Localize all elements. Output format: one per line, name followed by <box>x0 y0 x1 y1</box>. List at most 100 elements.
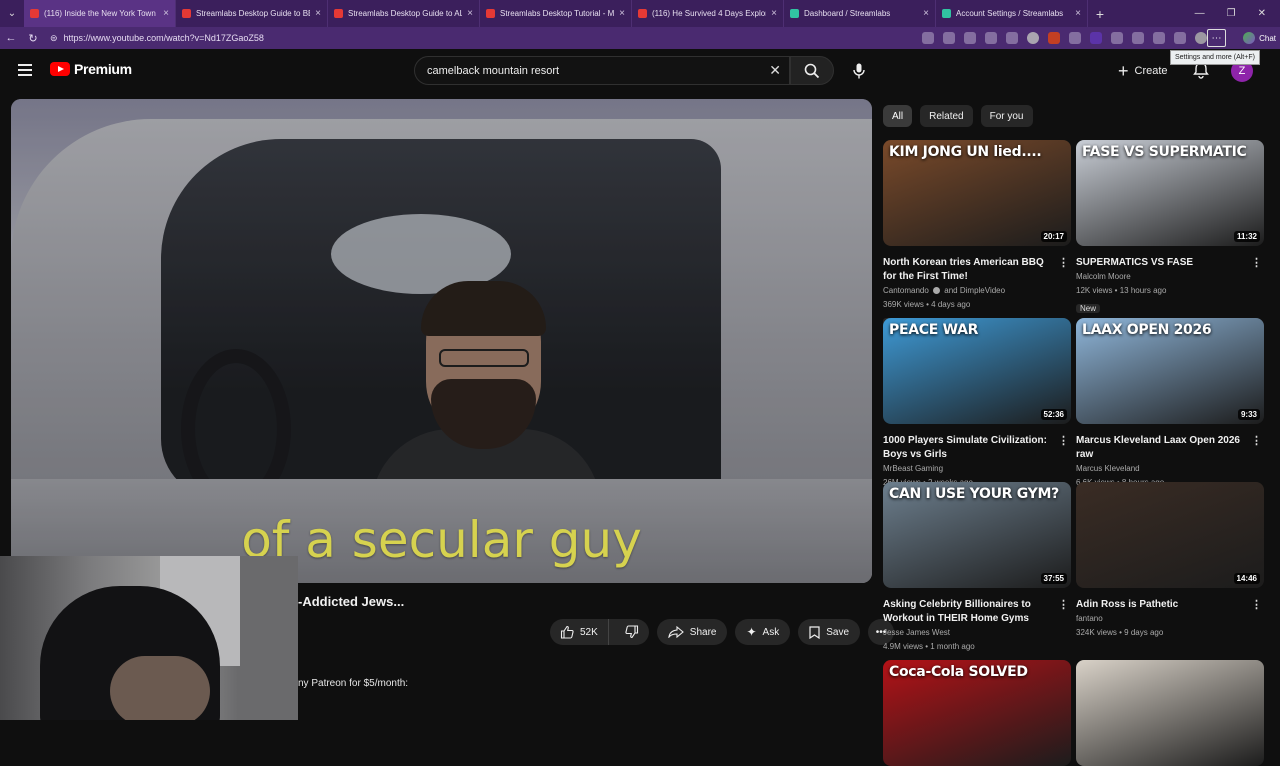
account-icon[interactable] <box>1195 32 1207 44</box>
more-vertical-icon[interactable]: ⋮ <box>1251 256 1262 270</box>
related-video-card[interactable]: FASE VS SUPERMATIC 11:32 SUPERMATICS VS FA… <box>1076 140 1264 316</box>
related-video-title[interactable]: Adin Ross is Pathetic ⋮ <box>1076 598 1264 612</box>
extension-icon[interactable] <box>922 32 934 44</box>
browser-tab[interactable]: (116) He Survived 4 Days Exploring × <box>632 0 784 27</box>
tab-label: Dashboard / Streamlabs <box>804 9 891 18</box>
related-video-title[interactable]: Marcus Kleveland Laax Open 2026 raw ⋮ <box>1076 434 1264 462</box>
dislike-button[interactable] <box>615 619 649 645</box>
video-thumbnail[interactable]: PEACE WAR 52:36 <box>883 318 1071 424</box>
hamburger-menu-icon[interactable] <box>18 64 32 76</box>
tab-search-chevron-icon[interactable]: ⌄ <box>0 0 24 27</box>
chip-all[interactable]: All <box>883 105 913 127</box>
browser-tab[interactable]: (116) Inside the New York Town In × <box>24 0 176 27</box>
video-thumbnail[interactable]: KIM JONG UN lied.... 20:17 <box>883 140 1071 246</box>
channel-name[interactable]: Marcus Kleveland <box>1076 462 1264 476</box>
maximize-icon[interactable]: ❐ <box>1227 8 1236 19</box>
chip-related[interactable]: Related <box>920 105 973 127</box>
related-video-card[interactable]: PEACE WAR 52:36 1000 Players Simulate Civi… <box>883 318 1071 490</box>
profile-icon[interactable] <box>1027 32 1039 44</box>
video-thumbnail[interactable]: FASE VS SUPERMATIC 11:32 <box>1076 140 1264 246</box>
extension-icon[interactable] <box>985 32 997 44</box>
voice-search-button[interactable] <box>848 60 870 82</box>
close-window-icon[interactable]: ✕ <box>1258 8 1266 19</box>
related-video-card[interactable]: Coca-Cola SOLVED <box>883 660 1071 766</box>
more-vertical-icon[interactable]: ⋮ <box>1251 598 1262 612</box>
browser-tab[interactable]: Streamlabs Desktop Tutorial - Ma × <box>480 0 632 27</box>
video-stats: 4.9M views • 1 month ago <box>883 642 975 651</box>
close-tab-icon[interactable]: × <box>467 8 473 19</box>
related-video-card[interactable] <box>1076 660 1264 766</box>
more-vertical-icon[interactable]: ⋮ <box>1058 256 1069 270</box>
browser-tab[interactable]: Streamlabs Desktop Guide to ALL × <box>328 0 480 27</box>
close-tab-icon[interactable]: × <box>163 8 169 19</box>
channel-name[interactable]: Malcolm Moore <box>1076 270 1264 284</box>
extension-icon[interactable] <box>1048 32 1060 44</box>
related-video-title[interactable]: North Korean tries American BBQ for the … <box>883 256 1071 284</box>
extension-icon[interactable] <box>1111 32 1123 44</box>
duration-badge: 52:36 <box>1040 409 1067 420</box>
related-video-card[interactable]: KIM JONG UN lied.... 20:17 North Korean tr… <box>883 140 1071 330</box>
url-field[interactable]: ⊜ https://www.youtube.com/watch?v=Nd17ZG… <box>50 29 930 47</box>
video-thumbnail[interactable]: Coca-Cola SOLVED <box>883 660 1071 766</box>
video-thumbnail[interactable] <box>1076 660 1264 766</box>
video-actions: 52K Share ✦ Ask Save ••• <box>550 619 895 645</box>
related-video-card[interactable]: LAAX OPEN 2026 9:33 Marcus Kleveland Laax … <box>1076 318 1264 508</box>
new-tab-button[interactable]: + <box>1088 6 1112 22</box>
site-info-icon[interactable]: ⊜ <box>50 33 58 44</box>
more-vertical-icon[interactable]: ⋮ <box>1058 434 1069 448</box>
back-icon[interactable]: ← <box>0 27 22 49</box>
channel-name[interactable]: Jesse James West <box>883 626 1071 640</box>
close-tab-icon[interactable]: × <box>315 8 321 19</box>
thumbnail-text: PEACE WAR <box>889 322 979 338</box>
logo-text: Premium <box>74 61 132 77</box>
related-video-title[interactable]: Asking Celebrity Billionaires to Workout… <box>883 598 1071 626</box>
search-icon <box>804 63 820 78</box>
create-button[interactable]: + Create <box>1118 59 1168 83</box>
video-thumbnail[interactable]: LAAX OPEN 2026 9:33 <box>1076 318 1264 424</box>
more-vertical-icon[interactable]: ⋮ <box>1251 434 1262 448</box>
channel-name[interactable]: Cantomando and DimpleVideo <box>883 284 1071 298</box>
tab-label: Streamlabs Desktop Tutorial - Ma <box>500 9 615 18</box>
save-button[interactable]: Save <box>798 619 861 645</box>
like-button[interactable]: 52K <box>550 619 609 645</box>
browser-tab[interactable]: Account Settings / Streamlabs × <box>936 0 1088 27</box>
chat-button[interactable]: Chat <box>1243 29 1276 47</box>
extension-icon[interactable] <box>1132 32 1144 44</box>
chip-for-you[interactable]: For you <box>980 105 1033 127</box>
extension-icon[interactable] <box>943 32 955 44</box>
reload-icon[interactable]: ↻ <box>22 27 44 49</box>
extension-icon[interactable] <box>1090 32 1102 44</box>
extension-icon[interactable] <box>964 32 976 44</box>
close-tab-icon[interactable]: × <box>1075 8 1081 19</box>
video-thumbnail[interactable]: CAN I USE YOUR GYM? 37:55 <box>883 482 1071 588</box>
close-tab-icon[interactable]: × <box>619 8 625 19</box>
video-thumbnail[interactable]: 14:46 <box>1076 482 1264 588</box>
related-video-title[interactable]: SUPERMATICS VS FASE ⋮ <box>1076 256 1264 270</box>
extension-icon[interactable] <box>1069 32 1081 44</box>
duration-badge: 14:46 <box>1233 573 1260 584</box>
minimize-icon[interactable]: — <box>1195 8 1205 19</box>
ask-button[interactable]: ✦ Ask <box>735 619 791 645</box>
channel-name[interactable]: fantano <box>1076 612 1264 626</box>
video-player[interactable]: of a secular guy <box>11 99 872 583</box>
thumbnail-text: FASE VS SUPERMATIC <box>1082 144 1247 160</box>
search-input[interactable]: camelback mountain resort ✕ <box>414 56 790 85</box>
share-button[interactable]: Share <box>656 619 728 645</box>
extension-icon[interactable] <box>1174 32 1186 44</box>
youtube-logo[interactable]: Premium <box>50 61 132 77</box>
related-video-card[interactable]: CAN I USE YOUR GYM? 37:55 Asking Celebrity… <box>883 482 1071 654</box>
star-icon[interactable] <box>1006 32 1018 44</box>
close-tab-icon[interactable]: × <box>771 8 777 19</box>
browser-tab[interactable]: Dashboard / Streamlabs × <box>784 0 936 27</box>
more-vertical-icon[interactable]: ⋮ <box>1058 598 1069 612</box>
related-video-card[interactable]: 14:46 Adin Ross is Pathetic ⋮ fantano 324K v… <box>1076 482 1264 640</box>
settings-more-icon[interactable]: ⋯ <box>1207 29 1226 47</box>
bookmark-icon <box>809 625 820 639</box>
extension-icon[interactable] <box>1153 32 1165 44</box>
close-tab-icon[interactable]: × <box>923 8 929 19</box>
channel-name[interactable]: MrBeast Gaming <box>883 462 1071 476</box>
related-video-title[interactable]: 1000 Players Simulate Civilization: Boys… <box>883 434 1071 462</box>
browser-tab[interactable]: Streamlabs Desktop Guide to BES × <box>176 0 328 27</box>
clear-search-icon[interactable]: ✕ <box>769 62 781 79</box>
search-button[interactable] <box>790 56 834 85</box>
